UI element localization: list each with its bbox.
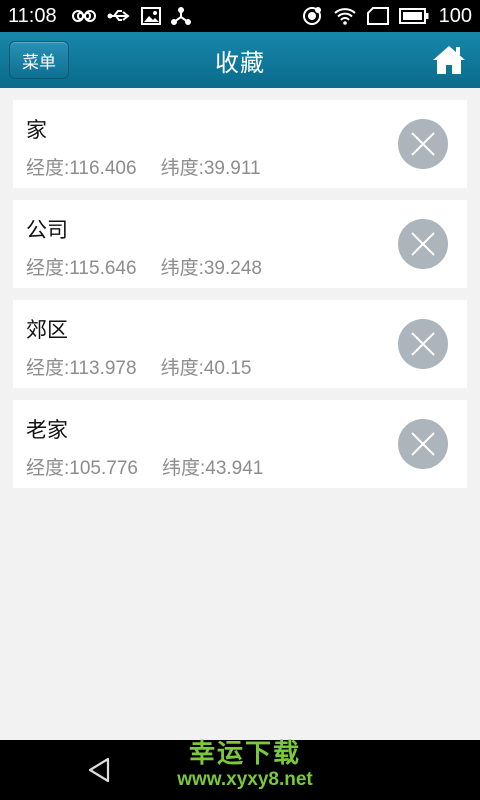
longitude-label: 经度:115.646 xyxy=(26,258,137,279)
image-icon xyxy=(140,7,161,25)
favorites-list: 家经度:116.406 纬度:39.911 公司经度:115.646 纬度:39.24… xyxy=(13,100,467,500)
rotation-icon xyxy=(301,5,323,27)
close-icon xyxy=(411,132,435,156)
status-bar: 11:08 100 xyxy=(0,0,480,32)
latitude-label: 纬度:39.911 xyxy=(160,158,261,179)
status-right: 100 xyxy=(301,5,472,28)
longitude-label: 经度:113.978 xyxy=(26,358,137,379)
screen: 11:08 100 菜单 收藏 家 经度:116.406 纬度:39.911 公… xyxy=(0,0,480,800)
watermark: 幸运下载 www.xyxy8.net xyxy=(165,740,325,792)
delete-button[interactable] xyxy=(398,119,448,169)
battery-icon xyxy=(398,8,429,24)
watermark-url: www.xyxy8.net xyxy=(177,769,313,790)
back-button[interactable] xyxy=(86,756,112,788)
status-left: 11:08 xyxy=(8,5,191,28)
back-triangle-icon xyxy=(88,757,110,783)
list-item[interactable]: 家经度:116.406 纬度:39.911 xyxy=(13,100,467,188)
app-header: 菜单 收藏 xyxy=(0,32,480,88)
latitude-label: 纬度:39.248 xyxy=(160,258,262,279)
close-icon xyxy=(411,232,435,256)
favorite-coordinates: 经度:113.978 纬度:40.15 xyxy=(26,353,251,380)
list-item[interactable]: 公司经度:115.646 纬度:39.248 xyxy=(13,200,467,288)
favorite-name: 老家 xyxy=(26,418,68,442)
favorite-name: 家 xyxy=(26,118,47,142)
menu-button[interactable]: 菜单 xyxy=(9,41,69,79)
close-icon xyxy=(411,432,435,456)
close-icon xyxy=(411,332,435,356)
signal-icon xyxy=(366,7,389,25)
watermark-title: 幸运下载 xyxy=(188,739,301,769)
longitude-label: 经度:105.776 xyxy=(26,458,138,479)
status-time: 11:08 xyxy=(8,4,57,27)
page-title: 收藏 xyxy=(215,48,265,77)
delete-button[interactable] xyxy=(398,319,448,369)
share-icon xyxy=(170,6,191,26)
wifi-icon xyxy=(333,7,357,25)
battery-level: 100 xyxy=(438,4,472,27)
navigation-bar: 幸运下载 www.xyxy8.net xyxy=(0,740,480,800)
favorite-name: 郊区 xyxy=(26,318,68,342)
delete-button[interactable] xyxy=(398,419,448,469)
list-item[interactable]: 郊区经度:113.978 纬度:40.15 xyxy=(13,300,467,388)
latitude-label: 纬度:43.941 xyxy=(161,458,264,479)
infinity-icon xyxy=(71,8,97,24)
home-button[interactable] xyxy=(432,44,466,76)
favorite-coordinates: 经度:105.776 纬度:43.941 xyxy=(26,453,263,480)
delete-button[interactable] xyxy=(398,219,448,269)
favorite-coordinates: 经度:115.646 纬度:39.248 xyxy=(26,253,262,280)
list-item[interactable]: 老家经度:105.776 纬度:43.941 xyxy=(13,400,467,488)
favorite-coordinates: 经度:116.406 纬度:39.911 xyxy=(26,153,261,180)
longitude-label: 经度:116.406 xyxy=(26,158,137,179)
home-icon xyxy=(433,46,465,74)
latitude-label: 纬度:40.15 xyxy=(160,358,252,379)
usb-icon xyxy=(107,8,131,24)
favorite-name: 公司 xyxy=(26,218,68,242)
